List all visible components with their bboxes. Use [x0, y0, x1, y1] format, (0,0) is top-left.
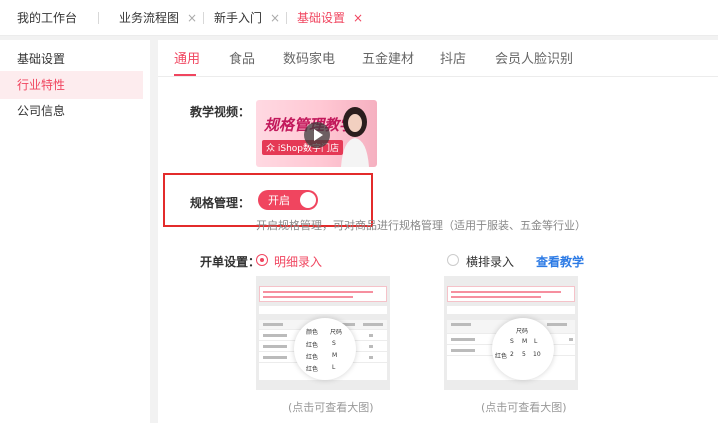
preview-alert: [447, 286, 575, 302]
zoom-cell: L: [332, 364, 336, 371]
close-icon[interactable]: ×: [353, 11, 363, 25]
radio-horizontal-entry[interactable]: [447, 254, 459, 266]
sidebar-divider: [150, 40, 158, 423]
play-icon[interactable]: [304, 122, 330, 148]
subtab-hardware-building[interactable]: 五金建材: [362, 48, 414, 68]
preview-alert: [259, 286, 387, 302]
zoom-cell: 10: [533, 351, 541, 358]
toggle-knob: [300, 192, 316, 208]
tab-beginner[interactable]: 新手入门 ×: [214, 0, 280, 36]
option-detail-entry[interactable]: 明细录入: [274, 253, 322, 270]
tab-process-flow[interactable]: 业务流程图 ×: [119, 0, 197, 36]
tab-separator: [286, 12, 287, 24]
zoom-cell: S: [332, 340, 336, 347]
option-horizontal-entry[interactable]: 横排录入: [466, 253, 514, 270]
subtab-digital-appliances[interactable]: 数码家电: [283, 48, 335, 68]
tab-label: 我的工作台: [17, 11, 78, 25]
spec-label: 规格管理：: [190, 196, 251, 210]
zoom-cell: 红色: [306, 354, 319, 361]
tab-basic-settings[interactable]: 基础设置 ×: [297, 0, 363, 36]
tab-workbench[interactable]: 我的工作台: [17, 0, 77, 36]
zoom-lens: 颜色 尺码 红色 S 红色 M 红色 L: [294, 318, 356, 380]
subtab-face-recognition[interactable]: 会员人脸识别: [495, 48, 573, 68]
preview-horizontal-entry[interactable]: 尺码 S M L 红色 2 5 10: [444, 276, 578, 390]
close-icon[interactable]: ×: [187, 11, 197, 25]
zoom-size: S: [510, 338, 514, 345]
subtab-food[interactable]: 食品: [229, 48, 255, 68]
sidebar-item-industry-features[interactable]: 行业特性: [0, 71, 143, 99]
zoom-header: 尺码: [516, 328, 529, 335]
radio-detail-entry[interactable]: [256, 254, 268, 266]
preview-caption-detail: (点击可查看大图): [288, 401, 374, 414]
tab-separator: [98, 12, 99, 24]
preview-tabs: [447, 306, 575, 314]
zoom-cell: 红色: [306, 366, 319, 373]
top-tab-bar: 我的工作台 业务流程图 × 新手入门 × 基础设置 ×: [0, 0, 718, 36]
zoom-header: 尺码: [330, 329, 343, 336]
order-settings-label: 开单设置：: [200, 255, 261, 269]
video-subtitle: 众 iShop数字门店: [262, 140, 343, 155]
view-tutorial-link[interactable]: 查看教学: [536, 253, 584, 270]
video-label: 教学视频：: [190, 105, 251, 119]
sidebar-item-basic-settings[interactable]: 基础设置: [0, 45, 143, 73]
spec-description: 开启规格管理，可对商品进行规格管理（适用于服装、五金等行业）: [256, 219, 586, 232]
zoom-header: 颜色: [306, 329, 319, 336]
toggle-label: 开启: [268, 194, 290, 207]
tab-label: 基础设置: [297, 11, 346, 25]
tab-separator: [203, 12, 204, 24]
zoom-lens: 尺码 S M L 红色 2 5 10: [492, 318, 554, 380]
preview-tabs: [259, 306, 387, 314]
zoom-cell: 5: [522, 351, 526, 358]
preview-detail-entry[interactable]: 颜色 尺码 红色 S 红色 M 红色 L: [256, 276, 390, 390]
zoom-cell: 2: [510, 351, 514, 358]
sidebar: 基础设置 行业特性 公司信息: [0, 40, 150, 423]
tab-label: 业务流程图: [119, 11, 180, 25]
close-icon[interactable]: ×: [270, 11, 280, 25]
zoom-cell: M: [332, 352, 338, 359]
subtab-general[interactable]: 通用: [174, 48, 200, 68]
subtab-douyin-store[interactable]: 抖店: [440, 48, 466, 68]
subtab-divider: [158, 76, 718, 77]
teaching-video-thumbnail[interactable]: 规格管理教学 众 iShop数字门店: [256, 100, 377, 167]
spec-toggle[interactable]: 开启: [258, 190, 318, 210]
zoom-cell: 红色: [306, 342, 319, 349]
zoom-size: L: [534, 338, 538, 345]
sidebar-item-company-info[interactable]: 公司信息: [0, 97, 143, 125]
tab-label: 新手入门: [214, 11, 263, 25]
presenter-image: [341, 107, 369, 167]
zoom-cell: 红色: [495, 353, 508, 360]
preview-caption-horizontal: (点击可查看大图): [481, 401, 567, 414]
zoom-size: M: [522, 338, 528, 345]
